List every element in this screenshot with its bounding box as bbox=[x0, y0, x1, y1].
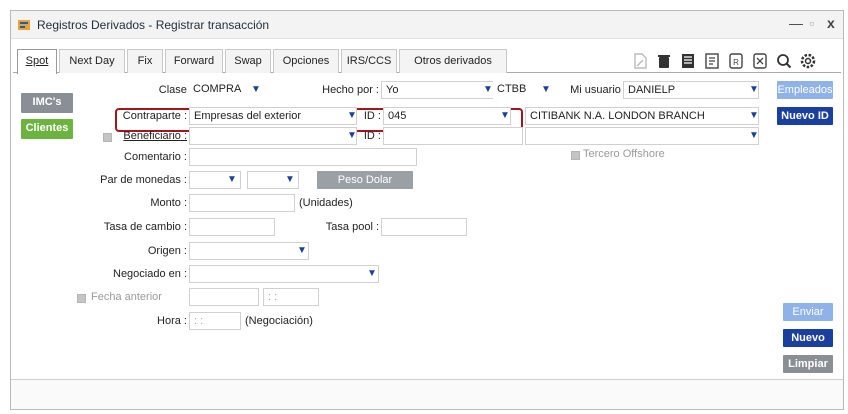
imcs-button[interactable]: IMC's bbox=[21, 93, 73, 113]
beneficiario-checkbox[interactable] bbox=[103, 133, 112, 142]
negociado-label: Negociado en : bbox=[113, 268, 187, 280]
close-button[interactable]: x bbox=[827, 15, 835, 31]
tab-irs-ccs[interactable]: IRS/CCS bbox=[341, 49, 397, 73]
title-bar: Registros Derivados - Registrar transacc… bbox=[11, 11, 843, 39]
maximize-button[interactable]: ▫ bbox=[809, 15, 814, 31]
tasa-pool-label: Tasa pool : bbox=[325, 221, 379, 233]
beneficiario-dropdown-icon[interactable]: ▼ bbox=[347, 130, 357, 141]
tasa-cambio-label: Tasa de cambio : bbox=[103, 221, 187, 233]
mi-usuario-label: Mi usuario : bbox=[570, 84, 627, 96]
fecha-anterior-time-input[interactable]: : : bbox=[263, 288, 319, 306]
fecha-anterior-input[interactable] bbox=[189, 288, 259, 306]
tab-spot[interactable]: Spot bbox=[17, 49, 57, 74]
origen-label: Origen : bbox=[147, 245, 187, 257]
clientes-button[interactable]: Clientes bbox=[21, 119, 73, 139]
id2-input[interactable] bbox=[383, 127, 523, 145]
tercero-offshore-checkbox[interactable] bbox=[571, 151, 580, 160]
empleados-button[interactable]: Empleados bbox=[777, 81, 833, 99]
negociado-dropdown-icon[interactable]: ▼ bbox=[367, 268, 377, 279]
beneficiario-label: Beneficiario : bbox=[123, 130, 187, 142]
app-window: Registros Derivados - Registrar transacc… bbox=[10, 10, 844, 410]
unidades-label: (Unidades) bbox=[299, 197, 353, 209]
beneficiario-nombre-select[interactable] bbox=[525, 127, 759, 145]
r-icon[interactable]: R bbox=[727, 52, 745, 70]
beneficiario-nombre-dropdown-icon[interactable]: ▼ bbox=[749, 130, 759, 141]
par-monedas-label: Par de monedas : bbox=[100, 174, 187, 186]
hecho-por-dropdown-icon[interactable]: ▼ bbox=[483, 84, 493, 95]
hora-label: Hora : bbox=[157, 315, 187, 327]
tab-opciones[interactable]: Opciones bbox=[273, 49, 339, 73]
enviar-button[interactable]: Enviar bbox=[783, 303, 833, 321]
fecha-anterior-checkbox[interactable] bbox=[77, 294, 86, 303]
tab-fix[interactable]: Fix bbox=[127, 49, 163, 73]
contraparte-dropdown-icon[interactable]: ▼ bbox=[347, 110, 357, 121]
fecha-anterior-label: Fecha anterior bbox=[91, 291, 162, 303]
doc-icon[interactable] bbox=[631, 52, 649, 70]
tab-swap[interactable]: Swap bbox=[225, 49, 271, 73]
app-logo-icon bbox=[18, 20, 30, 30]
tasa-cambio-input[interactable] bbox=[189, 218, 275, 236]
tab-otros-derivados[interactable]: Otros derivados bbox=[399, 49, 507, 73]
export-icon[interactable] bbox=[751, 52, 769, 70]
ctbb-dropdown-icon[interactable]: ▼ bbox=[541, 84, 551, 95]
id-label: ID : bbox=[363, 110, 381, 122]
trash-icon[interactable] bbox=[655, 52, 673, 70]
beneficiario-select[interactable] bbox=[189, 127, 357, 145]
hora-input[interactable]: : : bbox=[189, 312, 241, 330]
contraparte-select[interactable]: Empresas del exterior bbox=[189, 107, 357, 125]
search-icon[interactable] bbox=[775, 52, 793, 70]
contraparte-nombre-dropdown-icon[interactable]: ▼ bbox=[749, 110, 759, 121]
moneda1-dropdown-icon[interactable]: ▼ bbox=[227, 174, 237, 185]
origen-select[interactable] bbox=[189, 242, 309, 260]
svg-text:R: R bbox=[733, 58, 739, 67]
comentario-input[interactable] bbox=[189, 148, 417, 166]
monto-label: Monto : bbox=[150, 197, 187, 209]
contraparte-nombre-select[interactable]: CITIBANK N.A. LONDON BRANCH bbox=[525, 107, 759, 125]
mi-usuario-select[interactable]: DANIELP bbox=[623, 81, 759, 99]
tercero-offshore-label: Tercero Offshore bbox=[583, 148, 665, 160]
moneda2-dropdown-icon[interactable]: ▼ bbox=[285, 174, 295, 185]
settings-icon[interactable] bbox=[799, 52, 817, 70]
list-icon[interactable] bbox=[679, 52, 697, 70]
peso-dolar-button[interactable]: Peso Dolar bbox=[317, 171, 413, 189]
negociado-select[interactable] bbox=[189, 265, 379, 283]
nuevo-button[interactable]: Nuevo bbox=[783, 329, 833, 347]
clase-select[interactable]: COMPRA bbox=[189, 81, 279, 99]
id-dropdown-icon[interactable]: ▼ bbox=[500, 110, 510, 121]
clase-dropdown-icon[interactable]: ▼ bbox=[251, 84, 261, 95]
id-input[interactable]: 045 bbox=[383, 107, 511, 125]
hecho-por-label: Hecho por : bbox=[322, 84, 379, 96]
limpiar-button[interactable]: Limpiar bbox=[783, 355, 833, 373]
contraparte-label: Contraparte : bbox=[122, 110, 187, 122]
mi-usuario-dropdown-icon[interactable]: ▼ bbox=[749, 84, 759, 95]
tasa-pool-input[interactable] bbox=[381, 218, 467, 236]
grid-icon[interactable] bbox=[703, 52, 721, 70]
monto-input[interactable] bbox=[189, 194, 295, 212]
negociacion-label: (Negociación) bbox=[245, 315, 313, 327]
comentario-label: Comentario : bbox=[124, 151, 187, 163]
tab-forward[interactable]: Forward bbox=[165, 49, 223, 73]
ctbb-select[interactable]: CTBB bbox=[493, 81, 537, 99]
minimize-button[interactable]: — bbox=[789, 15, 803, 31]
status-bar bbox=[11, 379, 843, 409]
tab-next-day[interactable]: Next Day bbox=[59, 49, 125, 73]
window-title: Registros Derivados - Registrar transacc… bbox=[37, 18, 270, 32]
id2-label: ID : bbox=[363, 130, 381, 142]
nuevo-id-button[interactable]: Nuevo ID bbox=[777, 107, 833, 125]
origen-dropdown-icon[interactable]: ▼ bbox=[297, 245, 307, 256]
clase-label: Clase : bbox=[158, 84, 193, 96]
